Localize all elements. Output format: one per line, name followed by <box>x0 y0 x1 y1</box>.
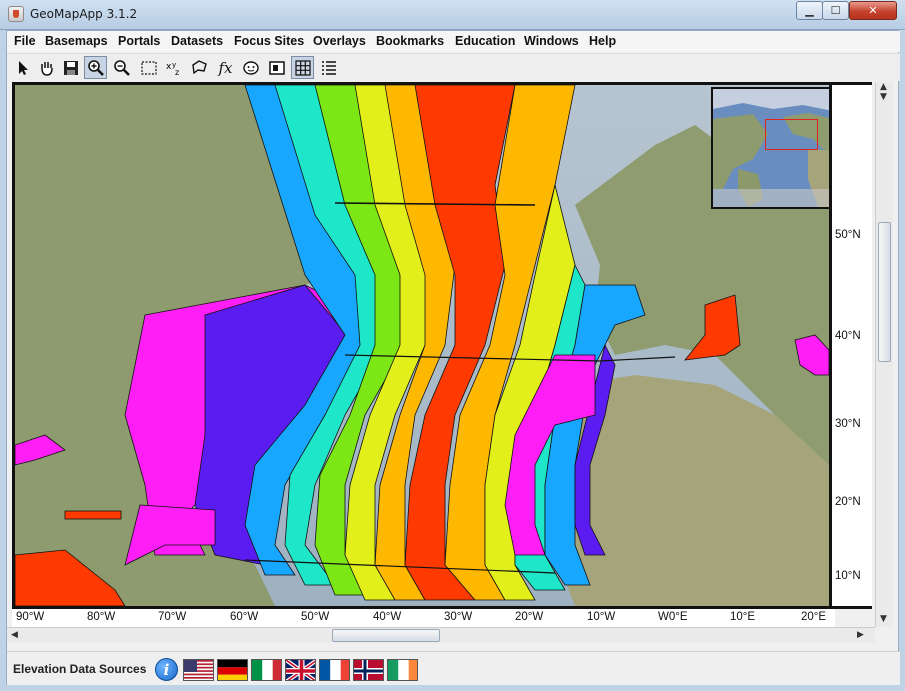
lat-label: 40°N <box>835 330 861 342</box>
function-glyph: fx <box>218 59 233 77</box>
menu-basemaps[interactable]: Basemaps <box>45 34 108 48</box>
lon-label: 50°W <box>301 611 330 623</box>
info-icon[interactable]: i <box>155 658 178 681</box>
vertical-scroll-thumb[interactable] <box>878 222 891 362</box>
italy-flag[interactable] <box>251 659 282 681</box>
lasso-icon[interactable] <box>188 56 211 79</box>
menu-datasets[interactable]: Datasets <box>171 34 223 48</box>
rect-select-icon[interactable] <box>137 56 160 79</box>
latitude-axis: 50°N 40°N 30°N 20°N 10°N <box>832 82 872 609</box>
xyz-icon[interactable]: xyz <box>162 56 185 79</box>
uk-flag[interactable] <box>285 659 316 681</box>
svg-text:z: z <box>175 68 179 77</box>
elevation-sources-bar: Elevation Data Sources i <box>7 651 900 685</box>
caribbean-red-strip <box>64 510 122 520</box>
lon-label: 40°W <box>373 611 402 623</box>
map-canvas[interactable] <box>12 82 832 609</box>
longitude-axis: 90°W 80°W 70°W 60°W 50°W 40°W 30°W 20°W … <box>12 609 835 627</box>
inset-viewport-box[interactable] <box>765 119 818 150</box>
france-flag[interactable] <box>319 659 350 681</box>
lon-label: W0°E <box>658 611 688 623</box>
split-view-icon[interactable] <box>265 56 288 79</box>
lat-label: 20°N <box>835 496 861 508</box>
menu-portals[interactable]: Portals <box>118 34 160 48</box>
scroll-down-icon[interactable]: ▼ <box>880 614 887 624</box>
menu-windows[interactable]: Windows <box>524 34 579 48</box>
save-icon[interactable] <box>59 56 82 79</box>
zoom-in-icon[interactable] <box>84 56 107 79</box>
close-button[interactable]: ✕ <box>849 1 897 20</box>
menu-education[interactable]: Education <box>455 34 515 48</box>
maximize-button[interactable]: ☐ <box>822 1 849 20</box>
face-icon[interactable] <box>239 56 262 79</box>
germany-flag[interactable] <box>217 659 248 681</box>
lat-label: 10°N <box>835 570 861 582</box>
inset-overview-map[interactable] <box>711 87 829 209</box>
menu-bookmarks[interactable]: Bookmarks <box>376 34 444 48</box>
window-title: GeoMapApp 3.1.2 <box>30 7 138 21</box>
usa-flag[interactable] <box>183 659 214 681</box>
lat-label: 30°N <box>835 418 861 430</box>
scroll-left-icon[interactable]: ◀ <box>11 630 18 640</box>
lon-label: 60°W <box>230 611 259 623</box>
zoom-out-icon[interactable] <box>110 56 133 79</box>
menu-file[interactable]: File <box>14 34 36 48</box>
menu-bar: File Basemaps Portals Datasets Focus Sit… <box>7 31 900 52</box>
lon-label: 30°W <box>444 611 473 623</box>
window-titlebar: GeoMapApp 3.1.2 ▁ ☐ ✕ <box>0 0 905 30</box>
lon-label: 80°W <box>87 611 116 623</box>
ireland-flag[interactable] <box>387 659 418 681</box>
scroll-up-fast-icon[interactable]: ▼ <box>880 92 887 102</box>
lon-label: 10°E <box>730 611 756 623</box>
lon-label: 10°W <box>587 611 616 623</box>
scroll-right-icon[interactable]: ▶ <box>857 630 864 640</box>
lon-label: 90°W <box>16 611 45 623</box>
lon-label: 70°W <box>158 611 187 623</box>
java-app-icon <box>8 6 24 22</box>
toolbar: xyz fx <box>7 53 900 81</box>
menu-focus-sites[interactable]: Focus Sites <box>234 34 304 48</box>
menu-help[interactable]: Help <box>589 34 616 48</box>
lat-label: 50°N <box>835 229 861 241</box>
elevation-data-sources-label: Elevation Data Sources <box>13 662 147 676</box>
lon-label: 20°W <box>515 611 544 623</box>
norway-flag[interactable] <box>353 659 384 681</box>
map-svg <box>15 85 829 606</box>
function-icon[interactable]: fx <box>214 56 237 79</box>
app-frame: File Basemaps Portals Datasets Focus Sit… <box>6 30 900 685</box>
minimize-button[interactable]: ▁ <box>796 1 823 20</box>
vertical-scrollbar[interactable]: ▲ ▼ ▼ <box>875 82 893 627</box>
horizontal-scrollbar[interactable]: ◀ ▶ <box>7 627 875 643</box>
menu-overlays[interactable]: Overlays <box>313 34 366 48</box>
lon-label: 20°E <box>801 611 827 623</box>
scroll-up-icon[interactable]: ▲ <box>880 82 887 92</box>
select-arrow-icon[interactable] <box>11 56 34 79</box>
grid-icon[interactable] <box>291 56 314 79</box>
horizontal-scroll-thumb[interactable] <box>332 629 440 642</box>
list-icon[interactable] <box>317 56 340 79</box>
pan-hand-icon[interactable] <box>35 56 58 79</box>
